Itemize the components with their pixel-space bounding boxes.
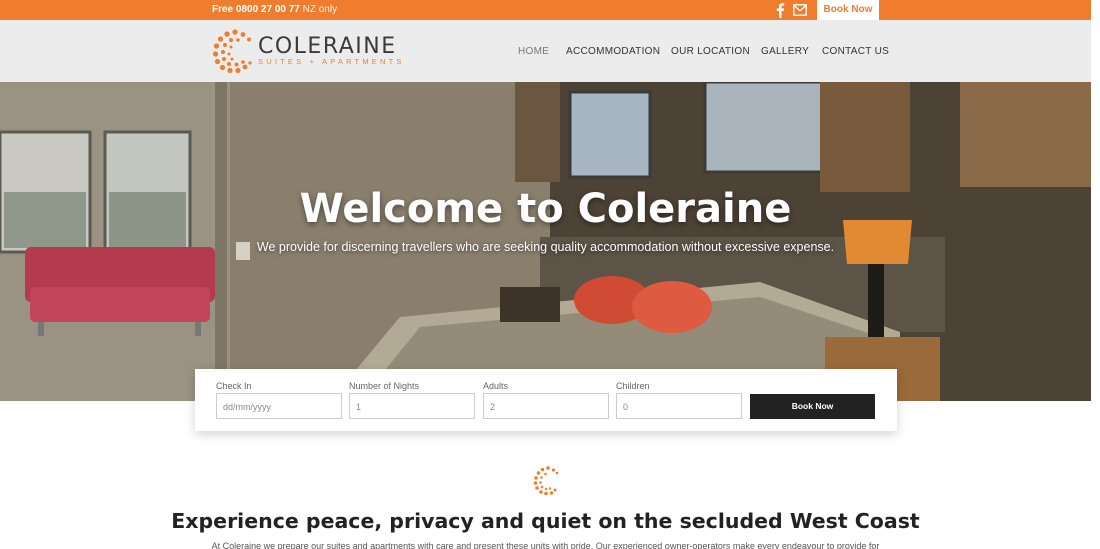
hero-subtitle: We provide for discerning travellers who…	[256, 240, 835, 254]
check-in-input[interactable]: dd/mm/yyyy	[216, 393, 342, 419]
booking-form: Check In dd/mm/yyyy Number of Nights 1 A…	[195, 369, 897, 431]
intro-heading: Experience peace, privacy and quiet on t…	[171, 509, 920, 533]
check-in-label: Check In	[216, 381, 252, 391]
nav-accommodation[interactable]: ACCOMMODATION	[566, 46, 660, 57]
adults-label: Adults	[483, 381, 509, 391]
hero-banner: Welcome to Coleraine We provide for disc…	[0, 82, 1091, 401]
facebook-icon[interactable]	[774, 2, 786, 18]
intro-text: At Coleraine we prepare our suites and a…	[211, 541, 880, 549]
top-bar: Free 0800 27 00 77 NZ only Book Now	[0, 0, 1091, 20]
phone-note: NZ only	[302, 4, 338, 15]
top-book-now-button[interactable]: Book Now	[817, 0, 879, 20]
nights-input[interactable]: 1	[349, 393, 475, 419]
nav-our-location[interactable]: OUR LOCATION	[671, 46, 750, 57]
adults-input[interactable]: 2	[483, 393, 609, 419]
children-label: Children	[616, 381, 650, 391]
adults-group: Adults 2	[483, 381, 609, 419]
nights-group: Number of Nights 1	[349, 381, 475, 419]
logo-tagline: SUITES + APARTMENTS	[258, 57, 405, 66]
hero-title: Welcome to Coleraine	[299, 186, 792, 232]
children-group: Children 0	[616, 381, 742, 419]
phone-number[interactable]: Free 0800 27 00 77	[212, 4, 300, 15]
nights-label: Number of Nights	[349, 381, 420, 391]
book-now-button[interactable]: Book Now	[750, 394, 875, 419]
nav-contact-us[interactable]: CONTACT US	[822, 46, 889, 57]
coleraine-c-icon	[533, 466, 559, 495]
mail-icon[interactable]	[793, 4, 807, 16]
check-in-group: Check In dd/mm/yyyy	[216, 381, 342, 419]
coleraine-logo-icon[interactable]	[212, 29, 252, 73]
nav-home[interactable]: HOME	[518, 46, 549, 57]
phone-info[interactable]: Free 0800 27 00 77 NZ only	[212, 4, 337, 15]
site-header: COLERAINE SUITES + APARTMENTS HOME ACCOM…	[0, 20, 1091, 82]
children-input[interactable]: 0	[616, 393, 742, 419]
nav-gallery[interactable]: GALLERY	[761, 46, 809, 57]
logo-name[interactable]: COLERAINE	[258, 34, 397, 59]
